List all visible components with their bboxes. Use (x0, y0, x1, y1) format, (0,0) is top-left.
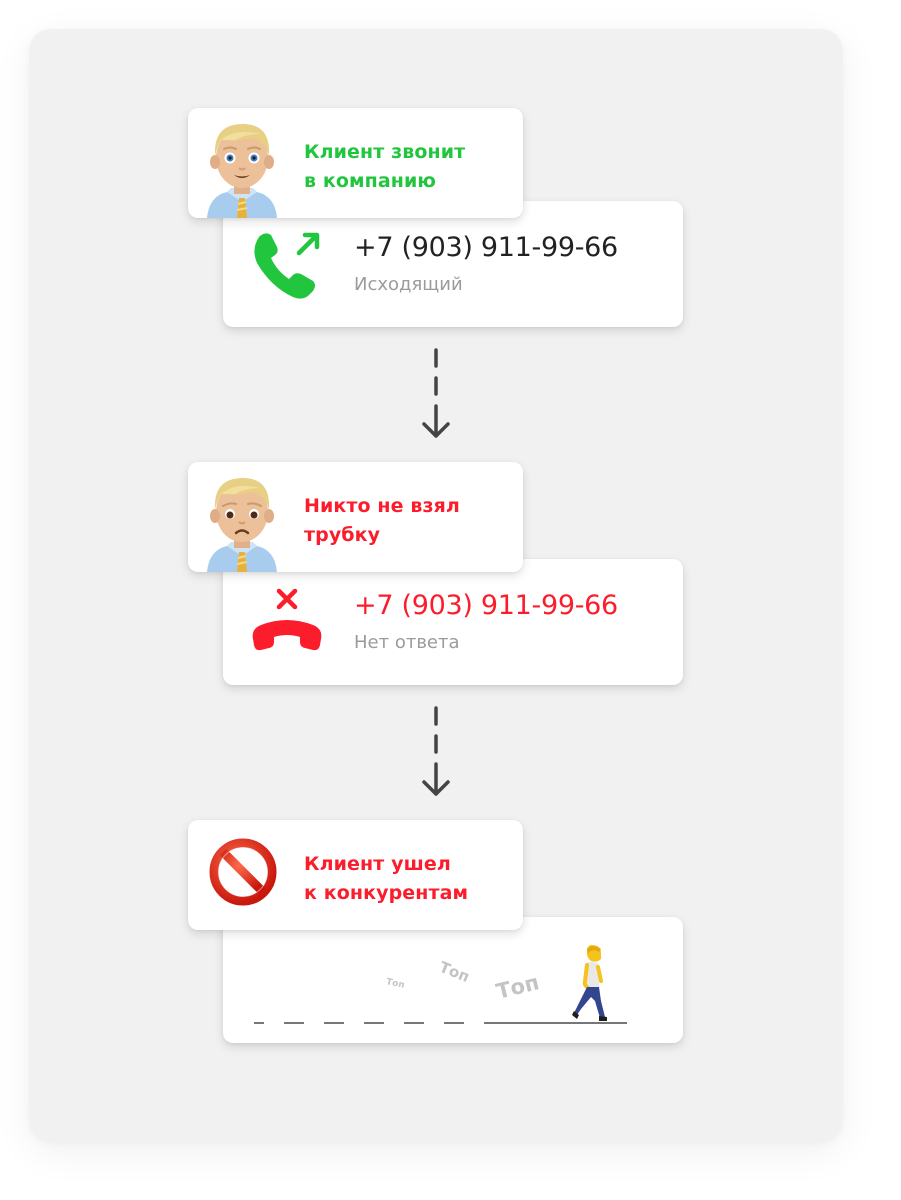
step-2-call-card: +7 (903) 911-99-66 Нет ответа (223, 559, 683, 685)
call-status: Исходящий (354, 274, 463, 295)
phone-number: +7 (903) 911-99-66 (354, 232, 618, 263)
walking-person-emoji (572, 945, 607, 1021)
step-2-label-card: Никто не взял трубку (188, 462, 523, 572)
label-line-2: к конкурентам (304, 882, 469, 904)
label-line-2: трубку (304, 524, 381, 546)
step-2-label: Никто не взял трубку (304, 492, 460, 550)
step-1-label: Клиент звонит в компанию (304, 138, 465, 196)
step-3-label: Клиент ушел к конкурентам (304, 850, 468, 908)
label-line-1: Клиент звонит (304, 141, 466, 163)
step-3-leaving-card: Топ Топ Топ (223, 917, 683, 1043)
call-status: Нет ответа (354, 632, 460, 653)
phone-number: +7 (903) 911-99-66 (354, 590, 618, 621)
man-office-worker-smiling-emoji (207, 124, 277, 218)
missed-call-icon (252, 588, 322, 651)
dashed-arrow-down-icon (422, 348, 450, 438)
label-line-1: Клиент ушел (304, 853, 451, 875)
prohibited-emoji (209, 838, 277, 906)
walking-away-scene: Топ Топ Топ (223, 917, 683, 1043)
step-1-label-card: Клиент звонит в компанию (188, 108, 523, 218)
step-3-label-card: Клиент ушел к конкурентам (188, 820, 523, 930)
step-1-call-card: +7 (903) 911-99-66 Исходящий (223, 201, 683, 327)
dashed-arrow-down-icon (422, 706, 450, 796)
label-line-1: Никто не взял (304, 495, 460, 517)
label-line-2: в компанию (304, 170, 436, 192)
outgoing-call-icon (254, 232, 320, 299)
man-office-worker-sad-emoji (207, 478, 277, 572)
